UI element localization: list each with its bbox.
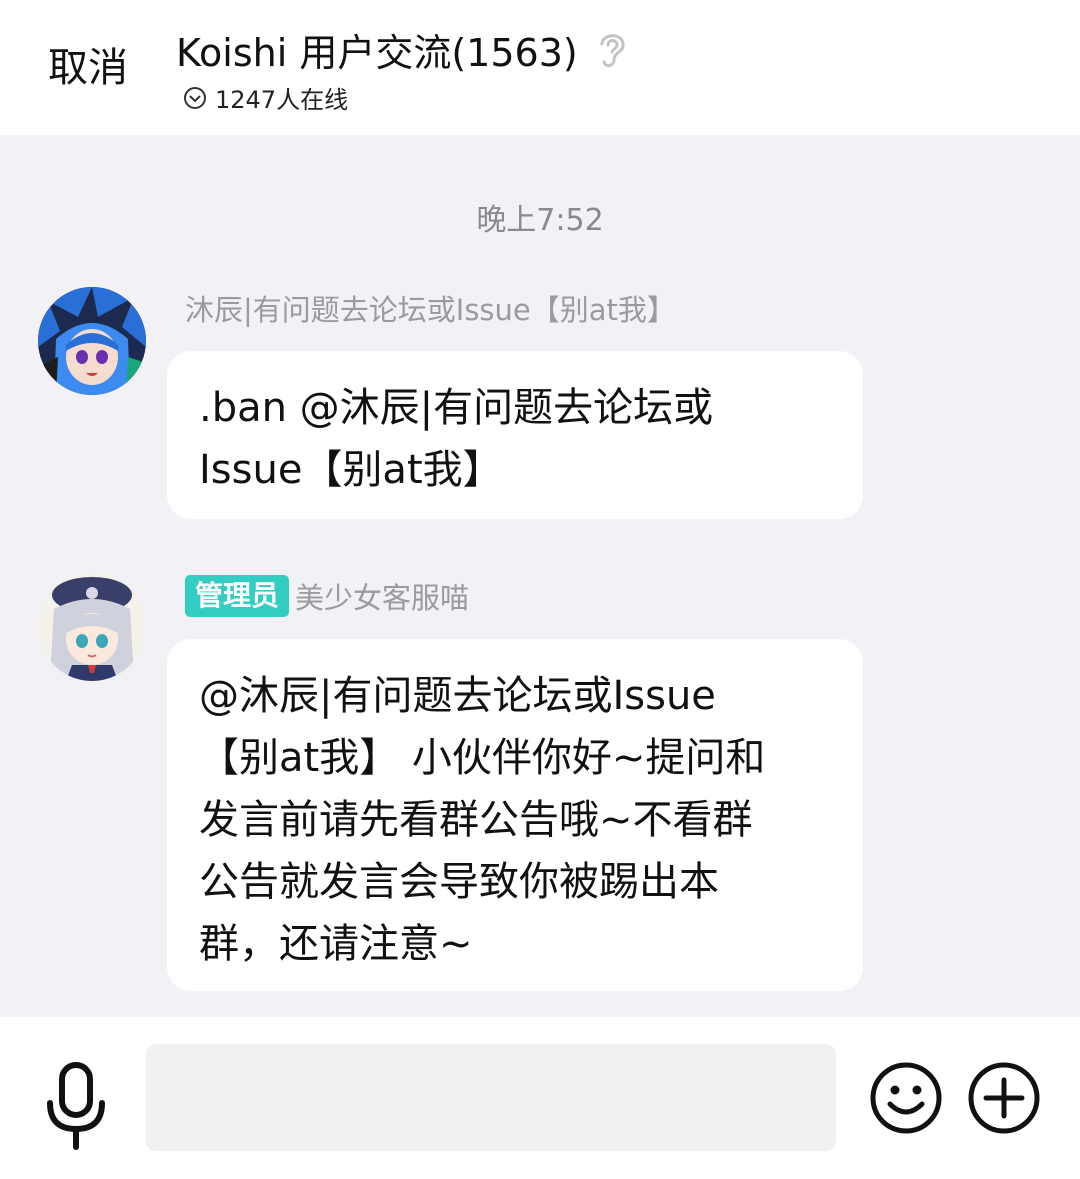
message-bubble[interactable]: .ban @沐辰|有问题去论坛或 Issue【别at我】 bbox=[167, 351, 863, 519]
message-line: 公告就发言会导致你被踢出本 bbox=[199, 859, 719, 905]
chat-header: 取消 Koishi 用户交流(1563) 1247人在线 bbox=[0, 0, 1080, 135]
cancel-button[interactable]: 取消 bbox=[48, 40, 128, 96]
message-line: .ban @沐辰|有问题去论坛或 bbox=[199, 385, 714, 431]
microphone-icon[interactable] bbox=[44, 1061, 108, 1153]
admin-badge: 管理员 bbox=[185, 575, 290, 617]
message-input[interactable] bbox=[146, 1044, 836, 1151]
anime-avatar-silver-hair-icon bbox=[38, 573, 146, 681]
avatar[interactable] bbox=[38, 573, 146, 681]
message-sender: 沐辰|有问题去论坛或Issue【别at我】 bbox=[185, 287, 676, 329]
message-bubble[interactable]: @沐辰|有问题去论坛或Issue 【别at我】 小伙伴你好~提问和 发言前请先看… bbox=[167, 639, 863, 991]
sender-name[interactable]: 沐辰|有问题去论坛或Issue【别at我】 bbox=[185, 287, 676, 329]
plus-circle-icon[interactable] bbox=[968, 1062, 1040, 1134]
message-line: 群，还请注意~ bbox=[199, 921, 473, 967]
message-line: 【别at我】 小伙伴你好~提问和 bbox=[199, 735, 766, 781]
message-line: Issue【别at我】 bbox=[199, 447, 503, 493]
sender-name[interactable]: 美少女客服喵 bbox=[295, 575, 469, 617]
message-timestamp: 晚上7:52 bbox=[476, 203, 604, 238]
message-sender: 管理员 美少女客服喵 bbox=[185, 575, 469, 617]
ear-icon[interactable] bbox=[596, 28, 628, 70]
group-title[interactable]: Koishi 用户交流(1563) bbox=[176, 22, 578, 77]
message-line: 发言前请先看群公告哦~不看群 bbox=[199, 797, 753, 843]
smiley-icon[interactable] bbox=[870, 1062, 942, 1134]
online-count: 1247人在线 bbox=[215, 86, 349, 114]
input-bar bbox=[0, 1017, 1080, 1179]
title-row[interactable]: Koishi 用户交流(1563) bbox=[176, 22, 628, 76]
avatar[interactable] bbox=[38, 287, 146, 395]
message-line: @沐辰|有问题去论坛或Issue bbox=[199, 673, 716, 719]
anime-avatar-blue-hair-icon bbox=[38, 287, 146, 395]
chevron-down-circle-icon bbox=[184, 86, 206, 109]
chat-messages[interactable]: 晚上7:52 沐辰|有问题去论坛或Issue【别at我】 .ban @沐辰|有问… bbox=[0, 135, 1080, 1017]
online-status[interactable]: 1247人在线 bbox=[183, 80, 348, 115]
